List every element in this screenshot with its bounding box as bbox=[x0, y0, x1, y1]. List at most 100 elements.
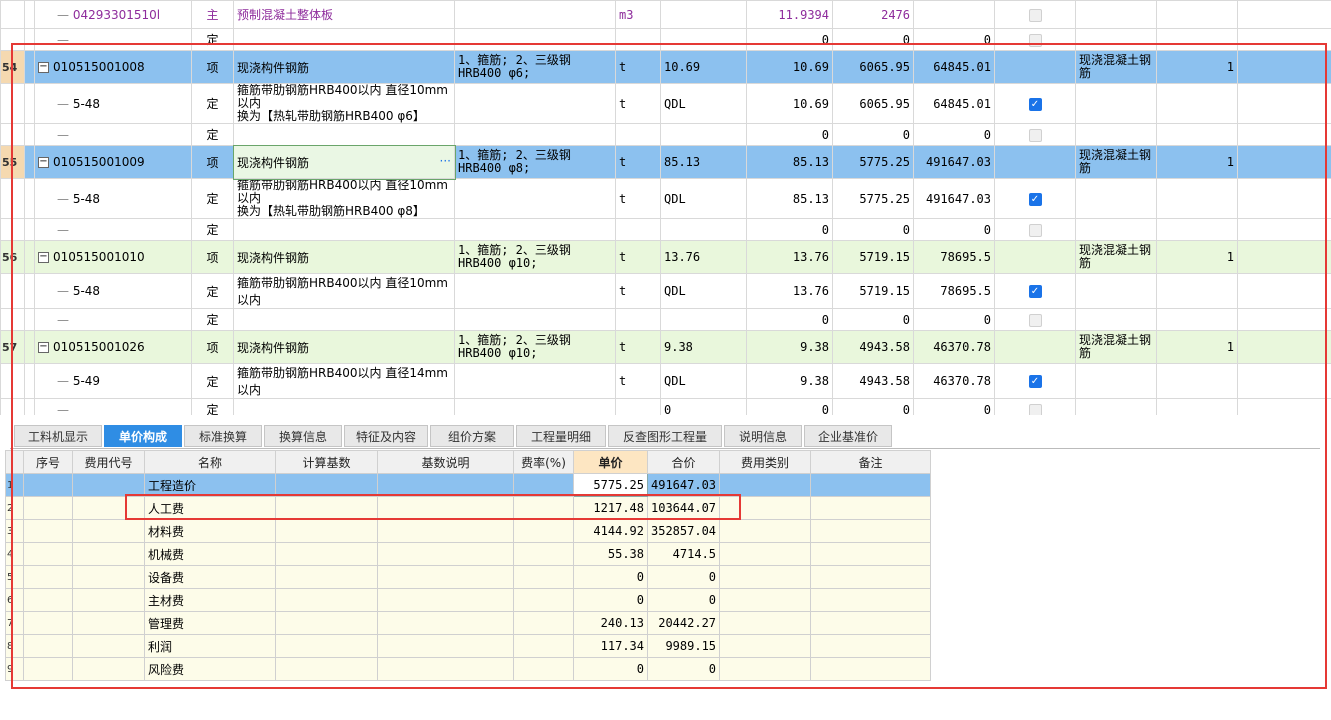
major-cell[interactable] bbox=[1075, 0, 1157, 29]
type-cell[interactable]: 定 bbox=[191, 83, 234, 124]
calc-base-cell[interactable] bbox=[275, 473, 378, 497]
feature-cell[interactable] bbox=[454, 0, 616, 29]
quantity-cell[interactable]: 0 bbox=[746, 398, 833, 415]
quantity-expression-cell[interactable]: 10.69 bbox=[660, 50, 747, 84]
remark-cell[interactable] bbox=[810, 496, 932, 520]
name-cell[interactable]: 现浇构件钢筋 ··· bbox=[232, 144, 456, 180]
name-cell[interactable]: 现浇构件钢筋 bbox=[233, 50, 455, 84]
major-cell[interactable]: 现浇混凝土钢筋 bbox=[1075, 240, 1157, 274]
quantity-cell[interactable]: 85.13 bbox=[746, 178, 833, 219]
tab-4[interactable]: 换算信息 bbox=[264, 425, 342, 447]
item-row[interactable]: 55−010515001009 项现浇构件钢筋 ··· 1、箍筋; 2、三级钢HRB4… bbox=[0, 144, 1331, 180]
feature-cell[interactable] bbox=[454, 398, 616, 415]
major-cell[interactable] bbox=[1075, 273, 1157, 309]
unit-price-cell[interactable]: 0 bbox=[832, 398, 914, 415]
column-header[interactable]: 备注 bbox=[810, 450, 932, 474]
weight-cell[interactable] bbox=[1156, 363, 1238, 399]
base-desc-cell[interactable] bbox=[377, 473, 514, 497]
cost-row[interactable]: 6 主材费 0 0 bbox=[5, 588, 932, 612]
fee-name-cell[interactable]: 工程造价 bbox=[144, 473, 276, 497]
quantity-expression-cell[interactable] bbox=[660, 0, 747, 29]
base-desc-cell[interactable] bbox=[377, 657, 514, 681]
weight-cell[interactable] bbox=[1156, 398, 1238, 415]
base-desc-cell[interactable] bbox=[377, 542, 514, 566]
unit-price-cell[interactable]: 6065.95 bbox=[832, 50, 914, 84]
checkbox-unchecked-icon[interactable] bbox=[1028, 128, 1042, 142]
calc-base-cell[interactable] bbox=[275, 634, 378, 658]
feature-cell[interactable] bbox=[454, 363, 616, 399]
column-header[interactable]: 费率(%) bbox=[513, 450, 574, 474]
type-cell[interactable]: 主 bbox=[191, 0, 234, 29]
unit-cell[interactable]: t bbox=[615, 273, 661, 309]
fee-code-cell[interactable] bbox=[72, 473, 145, 497]
unit-cell[interactable] bbox=[615, 28, 661, 51]
quantity-expression-cell[interactable]: 9.38 bbox=[660, 330, 747, 364]
type-cell[interactable]: 定 bbox=[191, 308, 234, 331]
cost-row[interactable]: 9 风险费 0 0 bbox=[5, 657, 932, 681]
quota-row[interactable]: — 定0000 bbox=[0, 398, 1331, 415]
unit-price-cell[interactable]: 5775.25 bbox=[832, 178, 914, 219]
quantity-cell[interactable]: 13.76 bbox=[746, 273, 833, 309]
rate-cell[interactable] bbox=[513, 496, 574, 520]
seq-cell[interactable] bbox=[23, 634, 73, 658]
feature-cell[interactable] bbox=[454, 178, 616, 219]
cost-row[interactable]: 5 设备费 0 0 bbox=[5, 565, 932, 589]
checkbox-unchecked-icon[interactable] bbox=[1028, 313, 1042, 327]
fee-total-cell[interactable]: 9989.15 bbox=[646, 634, 721, 658]
fee-code-cell[interactable] bbox=[72, 565, 145, 589]
total-price-cell[interactable]: 0 bbox=[913, 308, 995, 331]
remark-cell[interactable] bbox=[810, 634, 932, 658]
name-cell[interactable]: 现浇构件钢筋 bbox=[233, 240, 455, 274]
quantity-cell[interactable]: 9.38 bbox=[746, 363, 833, 399]
unit-price-cell[interactable]: 0 bbox=[832, 308, 914, 331]
unit-price-cell[interactable]: 5719.15 bbox=[832, 240, 914, 274]
feature-cell[interactable] bbox=[454, 218, 616, 241]
code-cell[interactable]: −010515001009 bbox=[34, 145, 192, 179]
item-row[interactable]: 56−010515001010 项现浇构件钢筋 1、箍筋; 2、三级钢HRB400 … bbox=[0, 240, 1331, 274]
quota-row[interactable]: — 定000 bbox=[0, 218, 1331, 241]
quota-row[interactable]: — 5-48 定箍筋带肋钢筋HRB400以内 直径10mm以内 换为【热轧带肋钢筋… bbox=[0, 178, 1331, 219]
weight-cell[interactable]: 1 bbox=[1156, 145, 1238, 179]
remark-cell[interactable] bbox=[810, 657, 932, 681]
code-cell[interactable]: — 04293301510l bbox=[34, 0, 192, 29]
total-price-cell[interactable]: 46370.78 bbox=[913, 330, 995, 364]
unit-price-cell[interactable]: 5775.25 bbox=[832, 145, 914, 179]
calc-base-cell[interactable] bbox=[275, 611, 378, 635]
remark-cell[interactable] bbox=[810, 588, 932, 612]
cost-row[interactable]: 2 人工费 1217.48 103644.07 bbox=[5, 496, 932, 520]
weight-cell[interactable]: 1 bbox=[1156, 50, 1238, 84]
unit-cell[interactable]: t bbox=[615, 50, 661, 84]
cost-row[interactable]: 7 管理费 240.13 20442.27 bbox=[5, 611, 932, 635]
fee-name-cell[interactable]: 主材费 bbox=[144, 588, 276, 612]
item-row[interactable]: 54−010515001008 项现浇构件钢筋 1、箍筋; 2、三级钢HRB400 … bbox=[0, 50, 1331, 84]
remark-cell[interactable] bbox=[810, 473, 932, 497]
remark-cell[interactable] bbox=[810, 611, 932, 635]
base-desc-cell[interactable] bbox=[377, 634, 514, 658]
fee-unit-price-cell[interactable]: 1217.48 bbox=[573, 496, 648, 520]
name-cell[interactable] bbox=[233, 218, 455, 241]
fee-unit-price-cell[interactable]: 5775.25 bbox=[573, 473, 648, 497]
name-cell[interactable] bbox=[233, 398, 455, 415]
total-price-cell[interactable]: 64845.01 bbox=[913, 83, 995, 124]
fee-category-cell[interactable] bbox=[719, 634, 812, 658]
quantity-cell[interactable]: 10.69 bbox=[746, 83, 833, 124]
type-cell[interactable]: 定 bbox=[191, 123, 234, 146]
checkbox-checked-icon[interactable]: ✓ bbox=[1028, 285, 1042, 298]
unit-cell[interactable] bbox=[615, 123, 661, 146]
major-cell[interactable]: 现浇混凝土钢筋 bbox=[1075, 145, 1157, 179]
total-price-cell[interactable]: 0 bbox=[913, 123, 995, 146]
fee-code-cell[interactable] bbox=[72, 542, 145, 566]
cost-row[interactable]: 1 工程造价 5775.25 491647.03 bbox=[5, 473, 932, 497]
quota-row[interactable]: — 04293301510l 主预制混凝土整体板 m3 11.9394 2476 bbox=[0, 0, 1331, 29]
tab-10[interactable]: 企业基准价 bbox=[804, 425, 892, 447]
cost-row[interactable]: 8 利润 117.34 9989.15 bbox=[5, 634, 932, 658]
column-header[interactable] bbox=[5, 450, 24, 474]
fee-name-cell[interactable]: 管理费 bbox=[144, 611, 276, 635]
unit-cell[interactable]: t bbox=[615, 145, 661, 179]
rate-cell[interactable] bbox=[513, 657, 574, 681]
column-header[interactable]: 费用类别 bbox=[719, 450, 812, 474]
unit-cell[interactable] bbox=[615, 398, 661, 415]
tab-7[interactable]: 工程量明细 bbox=[516, 425, 606, 447]
fee-category-cell[interactable] bbox=[719, 519, 812, 543]
fee-total-cell[interactable]: 491647.03 bbox=[646, 473, 721, 497]
